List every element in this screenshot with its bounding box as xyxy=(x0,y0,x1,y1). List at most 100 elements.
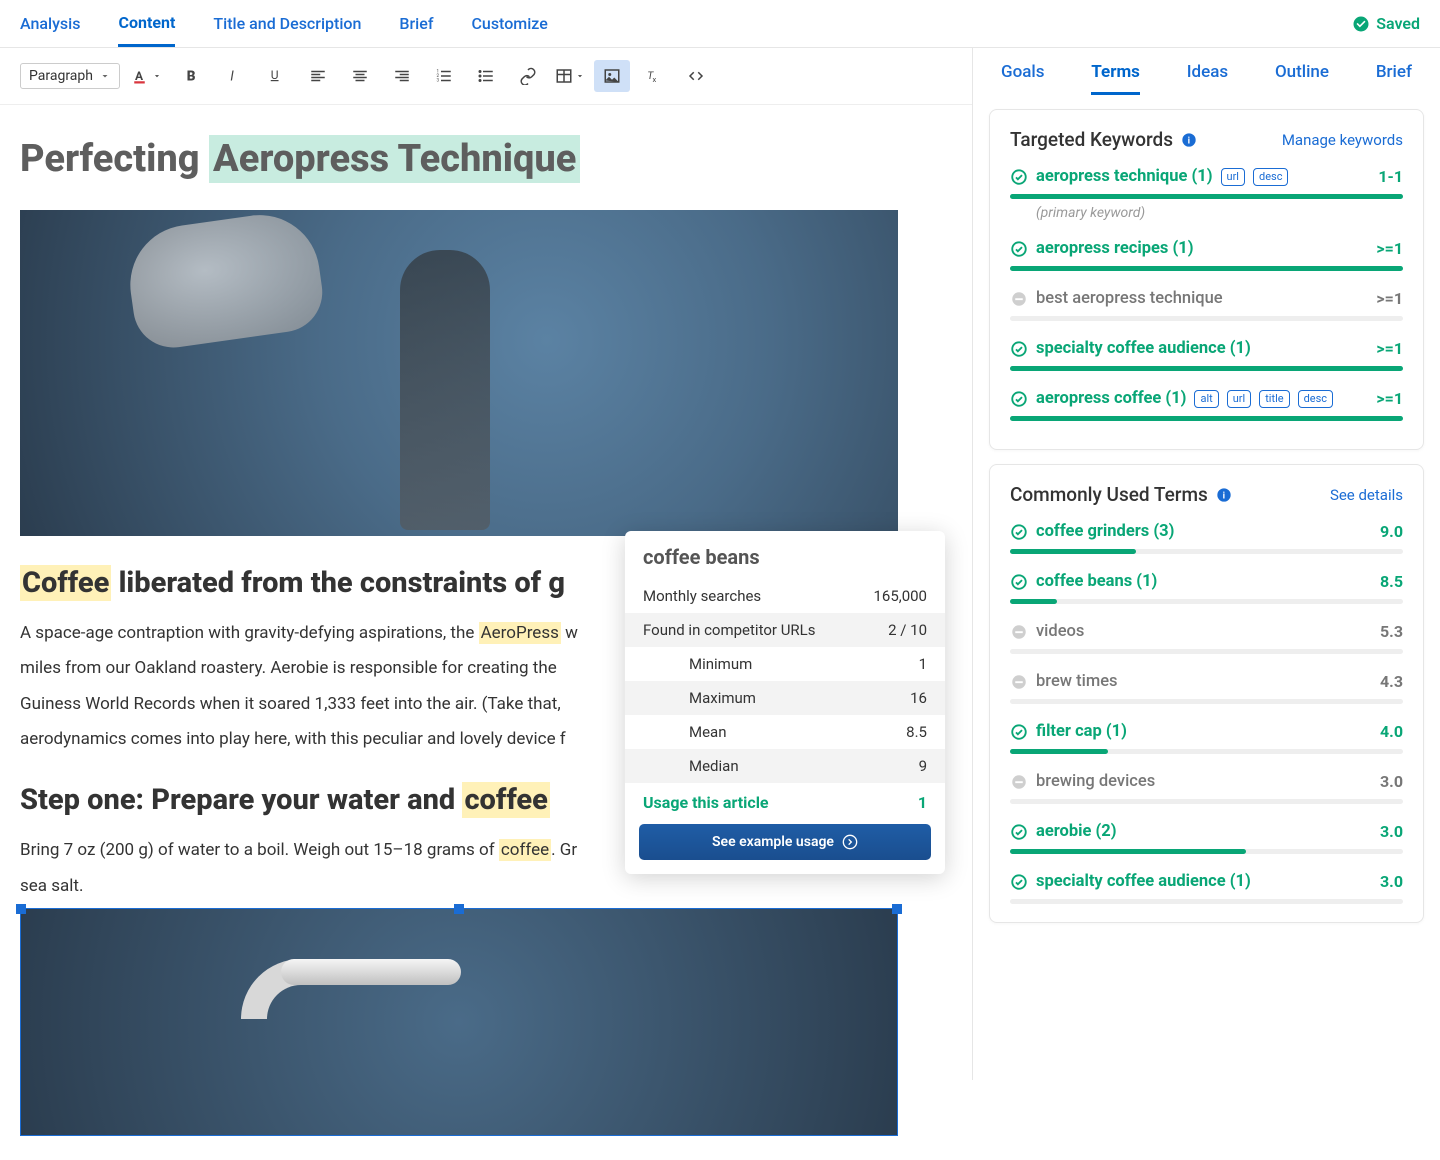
keyword-badge: desc xyxy=(1298,390,1333,408)
main-tabs: Analysis Content Title and Description B… xyxy=(0,0,1440,48)
keyword-name: coffee beans (1) xyxy=(1036,572,1157,591)
link-button[interactable] xyxy=(510,60,546,92)
keyword-target: 3.0 xyxy=(1380,822,1403,841)
editor-toolbar: Paragraph A B I U 123 Tx xyxy=(0,48,972,105)
bold-button[interactable]: B xyxy=(174,60,210,92)
side-tabs: Goals Terms Ideas Outline Brief xyxy=(973,48,1440,95)
keyword-row[interactable]: aeropress technique (1) url desc 1-1 (pr… xyxy=(1010,167,1403,221)
keyword-name: aeropress coffee (1) xyxy=(1036,389,1186,408)
check-icon xyxy=(1010,340,1028,358)
check-icon xyxy=(1010,523,1028,541)
underline-button[interactable]: U xyxy=(258,60,294,92)
keyword-badge: title xyxy=(1259,390,1289,408)
code-button[interactable] xyxy=(678,60,714,92)
info-icon[interactable]: i xyxy=(1216,487,1232,503)
ordered-list-button[interactable]: 123 xyxy=(426,60,462,92)
keyword-target: 1-1 xyxy=(1378,167,1403,186)
popup-usage-row: Usage this article1 xyxy=(625,783,945,824)
popup-stat-row: Found in competitor URLs2 / 10 xyxy=(625,613,945,647)
keyword-target: 8.5 xyxy=(1380,572,1403,591)
keyword-target: 3.0 xyxy=(1380,872,1403,891)
saved-label: Saved xyxy=(1376,14,1420,33)
clear-format-button[interactable]: Tx xyxy=(636,60,672,92)
see-details-link[interactable]: See details xyxy=(1330,486,1403,504)
keyword-row[interactable]: brewing devices 3.0 xyxy=(1010,772,1403,804)
align-center-button[interactable] xyxy=(342,60,378,92)
svg-text:I: I xyxy=(230,69,234,85)
tab-brief[interactable]: Brief xyxy=(399,2,433,45)
keyword-target: 3.0 xyxy=(1380,772,1403,791)
svg-text:x: x xyxy=(652,75,656,84)
popup-stat-row: Monthly searches165,000 xyxy=(625,579,945,613)
keyword-badge: url xyxy=(1221,168,1245,186)
tab-analysis[interactable]: Analysis xyxy=(20,2,80,45)
keyword-row[interactable]: aeropress recipes (1) >=1 xyxy=(1010,239,1403,271)
manage-keywords-link[interactable]: Manage keywords xyxy=(1282,131,1403,149)
hero-image[interactable] xyxy=(20,210,898,536)
side-tab-ideas[interactable]: Ideas xyxy=(1187,62,1228,95)
keyword-name: specialty coffee audience (1) xyxy=(1036,339,1251,358)
font-color-button[interactable]: A xyxy=(126,60,168,92)
keyword-row[interactable]: filter cap (1) 4.0 xyxy=(1010,722,1403,754)
block-type-label: Paragraph xyxy=(29,68,93,84)
keyword-row[interactable]: aerobie (2) 3.0 xyxy=(1010,822,1403,854)
italic-button[interactable]: I xyxy=(216,60,252,92)
tab-customize[interactable]: Customize xyxy=(471,2,547,45)
keyword-name: coffee grinders (3) xyxy=(1036,522,1174,541)
article-h1: Perfecting Aeropress Technique xyxy=(20,129,952,190)
keyword-progress xyxy=(1010,749,1403,754)
info-icon[interactable]: i xyxy=(1181,132,1197,148)
editor-column: Paragraph A B I U 123 Tx Perfecting Aero… xyxy=(0,48,973,1080)
paragraph: sea salt. xyxy=(20,873,952,900)
neutral-icon xyxy=(1010,673,1028,691)
secondary-image-selected[interactable] xyxy=(20,908,898,1136)
keyword-progress xyxy=(1010,799,1403,804)
saved-status: Saved xyxy=(1352,14,1420,33)
keyword-progress xyxy=(1010,416,1403,421)
keyword-target: >=1 xyxy=(1376,339,1403,358)
keyword-row[interactable]: brew times 4.3 xyxy=(1010,672,1403,704)
svg-text:B: B xyxy=(187,69,196,85)
keyword-name: specialty coffee audience (1) xyxy=(1036,872,1251,891)
see-example-usage-button[interactable]: See example usage xyxy=(639,824,931,860)
card-title: Targeted Keywords i xyxy=(1010,128,1197,151)
keyword-progress xyxy=(1010,366,1403,371)
tab-content[interactable]: Content xyxy=(118,1,175,47)
side-tab-brief[interactable]: Brief xyxy=(1376,62,1412,95)
keyword-name: aerobie (2) xyxy=(1036,822,1117,841)
keyword-badge: desc xyxy=(1253,168,1288,186)
keyword-name: videos xyxy=(1036,622,1084,641)
keyword-badge: url xyxy=(1227,390,1251,408)
popup-stat-row: Mean8.5 xyxy=(625,715,945,749)
popup-stat-row: Median9 xyxy=(625,749,945,783)
side-tab-outline[interactable]: Outline xyxy=(1275,62,1329,95)
keyword-name: filter cap (1) xyxy=(1036,722,1127,741)
table-button[interactable] xyxy=(552,60,588,92)
keyword-row[interactable]: best aeropress technique >=1 xyxy=(1010,289,1403,321)
term-detail-popup: coffee beans Monthly searches165,000Foun… xyxy=(625,531,945,874)
unordered-list-button[interactable] xyxy=(468,60,504,92)
keyword-progress xyxy=(1010,599,1403,604)
block-type-select[interactable]: Paragraph xyxy=(20,63,120,89)
chevron-down-icon xyxy=(99,70,111,82)
svg-text:U: U xyxy=(271,68,279,82)
neutral-icon xyxy=(1010,623,1028,641)
side-tab-terms[interactable]: Terms xyxy=(1091,62,1140,95)
tab-title-description[interactable]: Title and Description xyxy=(213,2,361,45)
keyword-row[interactable]: aeropress coffee (1) alt url title desc … xyxy=(1010,389,1403,421)
align-left-button[interactable] xyxy=(300,60,336,92)
check-icon xyxy=(1010,390,1028,408)
keyword-row[interactable]: specialty coffee audience (1) >=1 xyxy=(1010,339,1403,371)
svg-text:i: i xyxy=(1188,135,1190,146)
keyword-row[interactable]: specialty coffee audience (1) 3.0 xyxy=(1010,872,1403,904)
image-button[interactable] xyxy=(594,60,630,92)
popup-title: coffee beans xyxy=(625,545,945,579)
keyword-target: >=1 xyxy=(1376,289,1403,308)
side-tab-goals[interactable]: Goals xyxy=(1001,62,1044,95)
keyword-row[interactable]: coffee beans (1) 8.5 xyxy=(1010,572,1403,604)
keyword-row[interactable]: videos 5.3 xyxy=(1010,622,1403,654)
keyword-progress xyxy=(1010,316,1403,321)
align-right-button[interactable] xyxy=(384,60,420,92)
keyword-name: best aeropress technique xyxy=(1036,289,1223,308)
keyword-row[interactable]: coffee grinders (3) 9.0 xyxy=(1010,522,1403,554)
